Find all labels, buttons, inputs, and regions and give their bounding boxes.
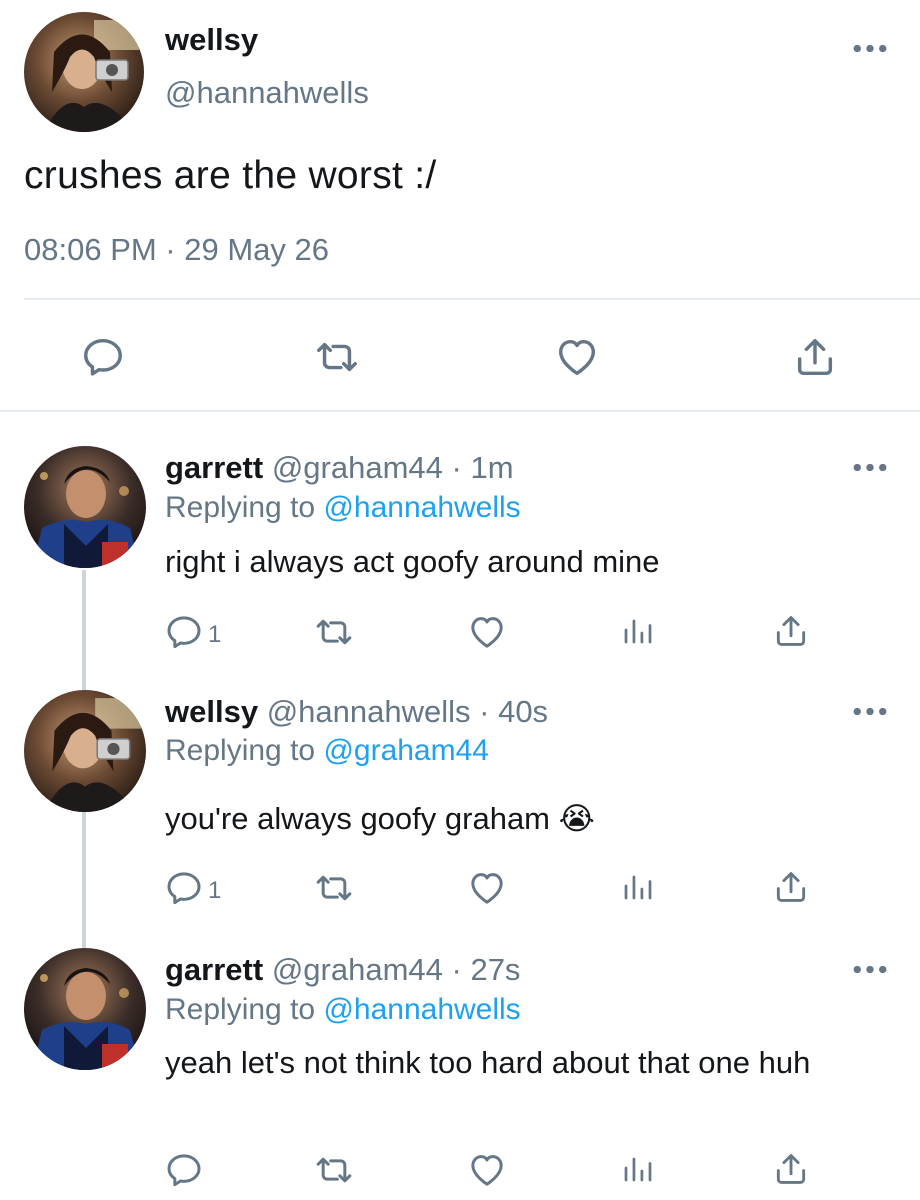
share-icon [772,612,810,655]
reply-icon [164,1150,204,1195]
heart-icon [467,868,507,913]
reply-count: 1 [208,876,222,904]
share-button[interactable] [792,334,838,385]
tweet-text: crushes are the worst :/ [24,154,437,197]
like-button[interactable] [467,1150,507,1195]
thread-connector-line [82,570,86,690]
analytics-button[interactable] [620,868,656,909]
more-options-icon[interactable] [850,457,890,477]
like-button[interactable] [467,612,507,657]
stats-icon [620,868,656,909]
avatar-graham44[interactable] [24,446,146,568]
reply-time[interactable]: · 40s [479,694,548,729]
share-icon [792,334,838,385]
reply-icon [164,612,204,657]
reply-count: 1 [208,620,222,648]
reply-button[interactable]: 1 [164,612,221,657]
reply-header: garrett @graham44 · 27s [165,952,520,988]
heart-icon [554,334,600,385]
handle[interactable]: @graham44 [272,450,443,485]
retweet-button[interactable] [314,612,354,657]
reply-text: yeah let's not think too hard about that… [165,1045,811,1080]
share-icon [772,1150,810,1193]
replying-to-link[interactable]: @hannahwells [323,993,520,1026]
reply-header: garrett @graham44 · 1m [165,450,514,486]
avatar-hannahwells[interactable] [24,690,146,812]
stats-icon [620,1150,656,1191]
replying-to: Replying to @graham44 [165,734,489,768]
divider [24,298,920,300]
handle[interactable]: @hannahwells [165,75,369,111]
reply-text: right i always act goofy around mine [165,544,660,579]
heart-icon [467,612,507,657]
divider [0,410,920,412]
reply-button[interactable] [80,334,126,385]
retweet-button[interactable] [314,334,360,385]
like-button[interactable] [554,334,600,385]
share-button[interactable] [772,612,810,655]
reply-icon [80,334,126,385]
avatar-graham44[interactable] [24,948,146,1070]
replying-to-link[interactable]: @hannahwells [323,491,520,524]
share-button[interactable] [772,868,810,911]
display-name[interactable]: garrett [165,952,263,987]
more-options-icon[interactable] [850,38,890,58]
display-name[interactable]: garrett [165,450,263,485]
retweet-icon [314,868,354,913]
retweet-icon [314,1150,354,1195]
reply-time[interactable]: · 27s [452,952,521,987]
reply-header: wellsy @hannahwells · 40s [165,694,548,730]
tweet-timestamp[interactable]: 08:06 PM · 29 May 26 [24,232,329,268]
thread-connector-line [82,812,86,948]
like-button[interactable] [467,868,507,913]
share-button[interactable] [772,1150,810,1193]
avatar-hannahwells[interactable] [24,12,144,132]
replying-prefix: Replying to [165,734,316,767]
reply-icon [164,868,204,913]
reply-button[interactable] [164,1150,204,1195]
display-name[interactable]: wellsy [165,22,258,58]
stats-icon [620,612,656,653]
replying-to: Replying to @hannahwells [165,491,521,525]
share-icon [772,868,810,911]
more-options-icon[interactable] [850,701,890,721]
retweet-button[interactable] [314,868,354,913]
replying-prefix: Replying to [165,491,316,524]
retweet-icon [314,612,354,657]
retweet-button[interactable] [314,1150,354,1195]
heart-icon [467,1150,507,1195]
reply-text: you're always goofy graham 😭 [165,801,595,836]
replying-to-link[interactable]: @graham44 [323,734,489,767]
display-name[interactable]: wellsy [165,694,258,729]
analytics-button[interactable] [620,612,656,653]
replying-prefix: Replying to [165,993,316,1026]
reply-time[interactable]: · 1m [452,450,514,485]
handle[interactable]: @graham44 [272,952,443,987]
handle[interactable]: @hannahwells [267,694,471,729]
retweet-icon [314,334,360,385]
reply-button[interactable]: 1 [164,868,221,913]
replying-to: Replying to @hannahwells [165,993,521,1027]
more-options-icon[interactable] [850,959,890,979]
analytics-button[interactable] [620,1150,656,1191]
